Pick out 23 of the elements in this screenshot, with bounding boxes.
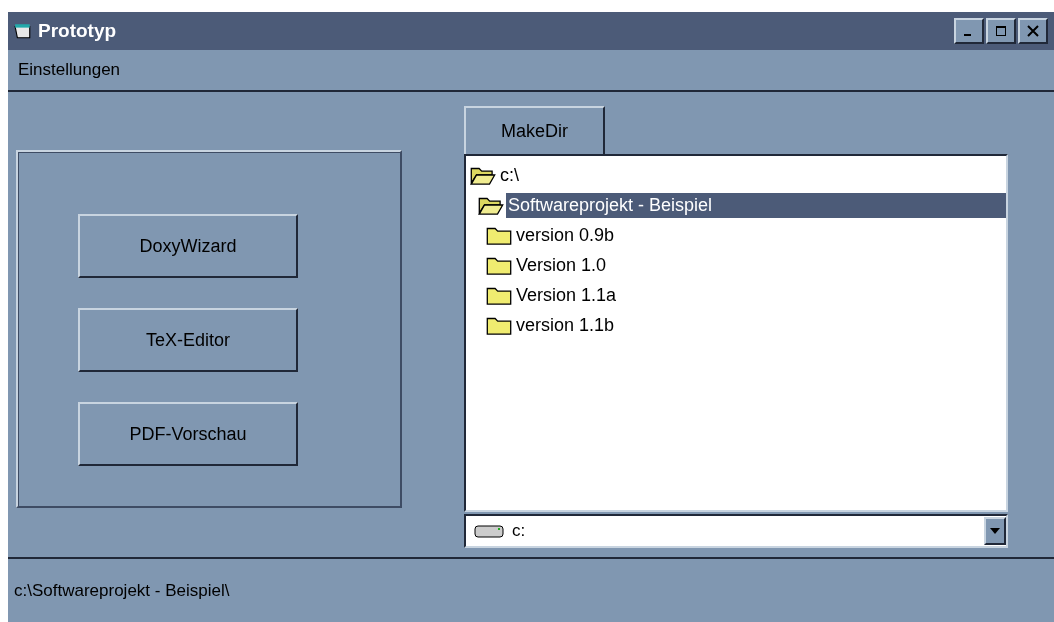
action-button[interactable]: DoxyWizard (78, 214, 298, 278)
close-button[interactable] (1018, 18, 1048, 44)
directory-item[interactable]: Version 1.1a (514, 282, 619, 308)
maximize-button[interactable] (986, 18, 1016, 44)
caret-icon (990, 528, 1000, 534)
status-text: c:\Softwareprojekt - Beispiel\ (14, 580, 230, 601)
window-icon (14, 23, 32, 39)
minimize-button[interactable] (954, 18, 984, 44)
directory-item[interactable]: Softwareprojekt - Beispiel (506, 192, 1006, 218)
drive-dropdown[interactable]: c: (464, 514, 1008, 548)
directory-item[interactable]: c:\ (498, 162, 521, 188)
maximize-icon (994, 24, 1008, 38)
drive-icon (474, 522, 506, 540)
action-button[interactable]: PDF-Vorschau (78, 402, 298, 466)
directory-item[interactable]: version 0.9b (514, 222, 617, 248)
make-dir-button[interactable]: MakeDir (464, 106, 605, 154)
minimize-icon (963, 34, 971, 36)
close-icon (1026, 24, 1040, 38)
window-title: Prototyp (38, 20, 117, 42)
menu-item[interactable]: Einstellungen (18, 60, 121, 80)
action-button[interactable]: TeX-Editor (78, 308, 298, 372)
directory-item[interactable]: version 1.1b (514, 312, 617, 338)
directory-item[interactable]: Version 1.0 (514, 252, 609, 278)
